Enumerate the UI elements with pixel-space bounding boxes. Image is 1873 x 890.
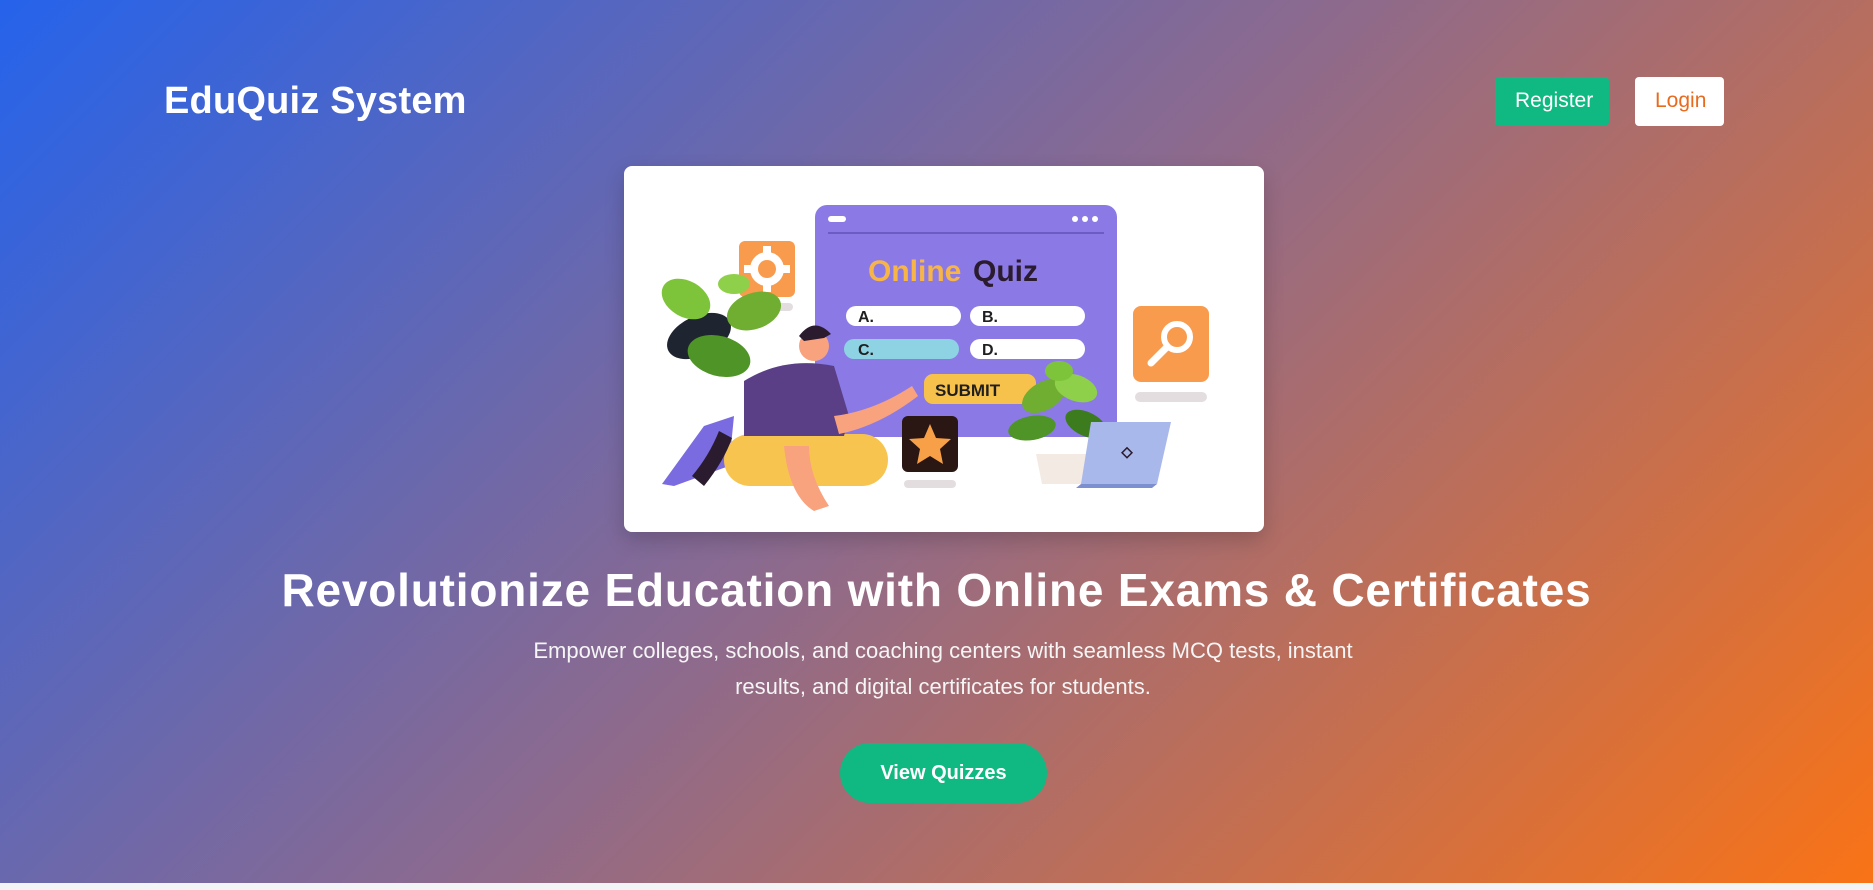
hero-section: EduQuiz System Register Login Online Qui… — [0, 0, 1873, 883]
brand-logo-text[interactable]: EduQuiz System — [164, 80, 467, 123]
nav-buttons: Register Login — [1495, 76, 1724, 126]
submit-label: SUBMIT — [935, 381, 1001, 400]
option-d-label: D. — [982, 342, 998, 359]
laptop-illustration — [1076, 422, 1171, 488]
option-b-label: B. — [982, 309, 998, 326]
hero-headline: Revolutionize Education with Online Exam… — [281, 564, 1592, 616]
hero-subtext-line1: Empower colleges, schools, and coaching … — [533, 638, 1353, 663]
view-quizzes-button[interactable]: View Quizzes — [840, 743, 1047, 803]
quiz-title-online: Online — [868, 255, 961, 288]
hero-subtext-line2: results, and digital certificates for st… — [735, 674, 1151, 699]
login-button[interactable]: Login — [1635, 76, 1724, 126]
hero-subtext: Empower colleges, schools, and coaching … — [520, 633, 1366, 705]
hero-illustration-card: Online Quiz A. B. C. D. SUBMIT — [624, 166, 1264, 532]
quiz-title-quiz: Quiz — [973, 255, 1038, 288]
online-quiz-illustration: Online Quiz A. B. C. D. SUBMIT — [661, 205, 1209, 511]
option-a-label: A. — [858, 309, 874, 326]
magnifier-icon — [1133, 306, 1209, 402]
register-button[interactable]: Register — [1495, 76, 1609, 126]
option-c-label: C. — [858, 342, 874, 359]
star-icon — [902, 416, 958, 488]
site-header: EduQuiz System Register Login — [164, 76, 1724, 126]
